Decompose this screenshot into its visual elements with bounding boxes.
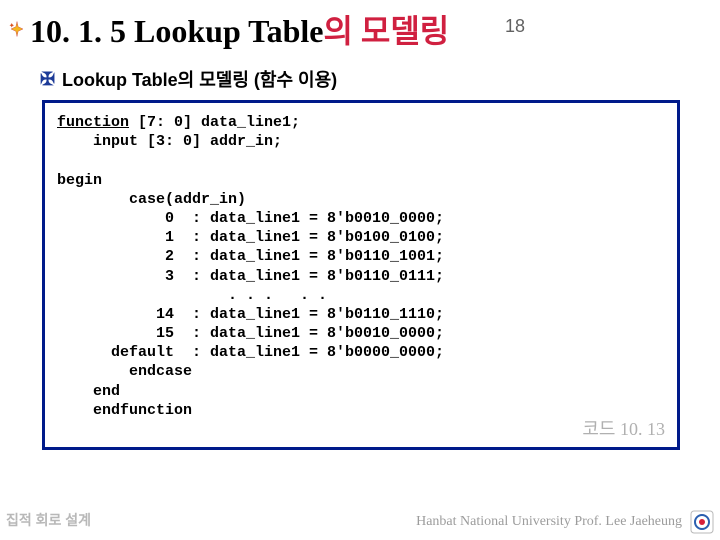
title-row: 10. 1. 5 Lookup Table의 모델링 [8,6,449,52]
code-line-11: 15 : data_line1 = 8'b0010_0000; [57,325,444,342]
code-label: 코드 10. 13 [582,415,665,441]
bullet-icon: ✠ [40,69,54,90]
code-line-6: 1 : data_line1 = 8'b0100_0100; [57,229,444,246]
code-line-1: input [3: 0] addr_in; [57,133,282,150]
code-line-3: begin [57,172,102,189]
code-line-13: endcase [57,363,192,380]
university-logo-icon [690,510,714,534]
code-line-15: endfunction [57,402,192,419]
sparkle-icon [8,20,26,38]
code-box: function [7: 0] data_line1; input [3: 0]… [42,100,680,450]
code-line-7: 2 : data_line1 = 8'b0110_1001; [57,248,444,265]
title-text-prefix: 10. 1. 5 Lookup Table [30,13,323,49]
code-line-4: case(addr_in) [57,191,246,208]
code-line-8: 3 : data_line1 = 8'b0110_0111; [57,268,444,285]
code-line-14: end [57,383,120,400]
code-line-9: . . . . . [57,287,327,304]
code-listing: function [7: 0] data_line1; input [3: 0]… [57,113,665,420]
subheading-text: Lookup Table의 모델링 (함수 이용) [62,66,337,92]
page-title: 10. 1. 5 Lookup Table의 모델링 [30,6,449,52]
code-line-10: 14 : data_line1 = 8'b0110_1110; [57,306,444,323]
code-line-0b: [7: 0] data_line1; [129,114,300,131]
code-line-12: default : data_line1 = 8'b0000_0000; [57,344,444,361]
footer-left: 집적 회로 설계 [6,510,91,530]
footer-right: Hanbat National University Prof. Lee Jae… [416,514,682,530]
page-number: 18 [505,16,525,37]
title-text-suffix: 의 모델링 [323,13,449,49]
code-line-5: 0 : data_line1 = 8'b0010_0000; [57,210,444,227]
subheading: ✠ Lookup Table의 모델링 (함수 이용) [40,66,337,92]
kw-function: function [57,114,129,131]
